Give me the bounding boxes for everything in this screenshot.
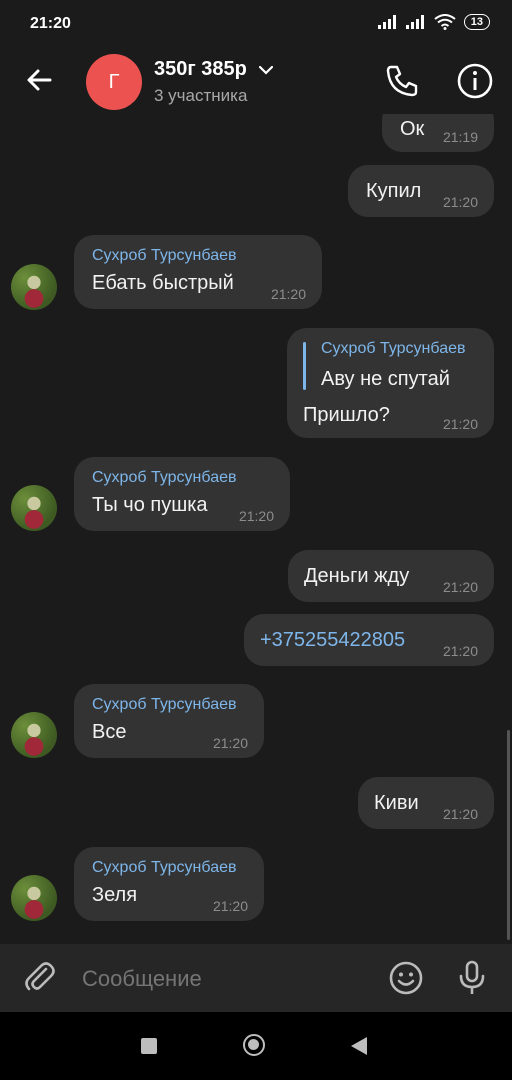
message-time: 21:20 xyxy=(442,416,478,432)
message-bubble[interactable]: Киви 21:20 xyxy=(358,777,494,829)
message-text: Деньги жду xyxy=(304,565,410,587)
message-text: Ебать быстрый xyxy=(92,272,234,294)
message-time: 21:20 xyxy=(442,643,478,659)
recents-button[interactable] xyxy=(141,1038,157,1054)
message-time: 21:20 xyxy=(212,898,248,914)
sender-name[interactable]: Сухроб Турсунбаев xyxy=(92,247,236,265)
sender-avatar[interactable] xyxy=(11,712,57,758)
message-time: 21:20 xyxy=(442,194,478,210)
system-back-button[interactable] xyxy=(351,1037,367,1055)
reply-quote-bar xyxy=(303,342,306,390)
chat-avatar[interactable]: Г xyxy=(86,54,142,110)
sender-avatar[interactable] xyxy=(11,264,57,310)
message-bubble[interactable]: Сухроб Турсунбаев Зеля 21:20 xyxy=(74,847,264,921)
sender-name[interactable]: Сухроб Турсунбаев xyxy=(92,469,236,487)
message-input-bar xyxy=(0,944,512,1012)
chat-title[interactable]: 350г 385р xyxy=(154,58,274,81)
sender-avatar[interactable] xyxy=(11,875,57,921)
sender-avatar[interactable] xyxy=(11,485,57,531)
message-time: 21:20 xyxy=(270,286,306,302)
chat-title-text: 350г 385р xyxy=(154,58,247,80)
status-icons: 13 xyxy=(377,14,490,30)
message-time: 21:20 xyxy=(442,806,478,822)
message-bubble[interactable]: Сухроб Турсунбаев Аву не спутай Пришло? … xyxy=(287,328,494,438)
chevron-down-icon xyxy=(259,65,274,75)
message-time: 21:20 xyxy=(238,508,274,524)
system-nav-bar xyxy=(0,1012,512,1080)
signal-icon-2 xyxy=(405,15,424,29)
home-button[interactable] xyxy=(243,1034,265,1056)
message-bubble[interactable]: Ок 21:19 xyxy=(382,114,494,152)
sender-name[interactable]: Сухроб Турсунбаев xyxy=(92,696,236,714)
message-time: 21:20 xyxy=(212,735,248,751)
message-input[interactable] xyxy=(82,966,362,992)
message-text: Пришло? xyxy=(303,404,390,426)
status-time: 21:20 xyxy=(30,15,71,32)
message-bubble[interactable]: Сухроб Турсунбаев Ебать быстрый 21:20 xyxy=(74,235,322,309)
message-time: 21:20 xyxy=(442,579,478,595)
quote-sender[interactable]: Сухроб Турсунбаев xyxy=(321,340,465,358)
microphone-icon[interactable] xyxy=(456,958,488,998)
message-list[interactable]: Ок 21:19 Купил 21:20 Сухроб Турсунбаев Е… xyxy=(0,114,512,944)
wifi-icon xyxy=(434,14,456,30)
message-bubble[interactable]: Сухроб Турсунбаев Все 21:20 xyxy=(74,684,264,758)
back-arrow-icon[interactable] xyxy=(22,62,58,98)
participants-count: 3 участника xyxy=(154,86,248,105)
message-time: 21:19 xyxy=(442,129,478,145)
scrollbar[interactable] xyxy=(507,730,510,940)
message-bubble[interactable]: +375255422805 21:20 xyxy=(244,614,494,666)
message-text: Ты чо пушка xyxy=(92,494,208,516)
message-text: Киви xyxy=(374,792,419,814)
message-bubble[interactable]: Купил 21:20 xyxy=(348,165,494,217)
paperclip-icon[interactable] xyxy=(22,960,58,996)
message-text: Зеля xyxy=(92,884,138,906)
signal-icon xyxy=(377,15,396,29)
message-text: Все xyxy=(92,721,127,743)
chat-header: Г 350г 385р 3 участника xyxy=(0,48,512,114)
phone-icon[interactable] xyxy=(382,61,422,101)
info-icon[interactable] xyxy=(456,62,494,100)
message-text: Купил xyxy=(366,180,422,202)
sender-name[interactable]: Сухроб Турсунбаев xyxy=(92,859,236,877)
status-bar: 21:20 13 xyxy=(0,0,512,48)
emoji-icon[interactable] xyxy=(388,960,424,996)
battery-indicator: 13 xyxy=(463,14,490,30)
message-text: Ок xyxy=(400,118,425,140)
phone-link[interactable]: +375255422805 xyxy=(260,629,405,652)
quote-text: Аву не спутай xyxy=(321,368,450,390)
message-bubble[interactable]: Сухроб Турсунбаев Ты чо пушка 21:20 xyxy=(74,457,290,531)
message-bubble[interactable]: Деньги жду 21:20 xyxy=(288,550,494,602)
